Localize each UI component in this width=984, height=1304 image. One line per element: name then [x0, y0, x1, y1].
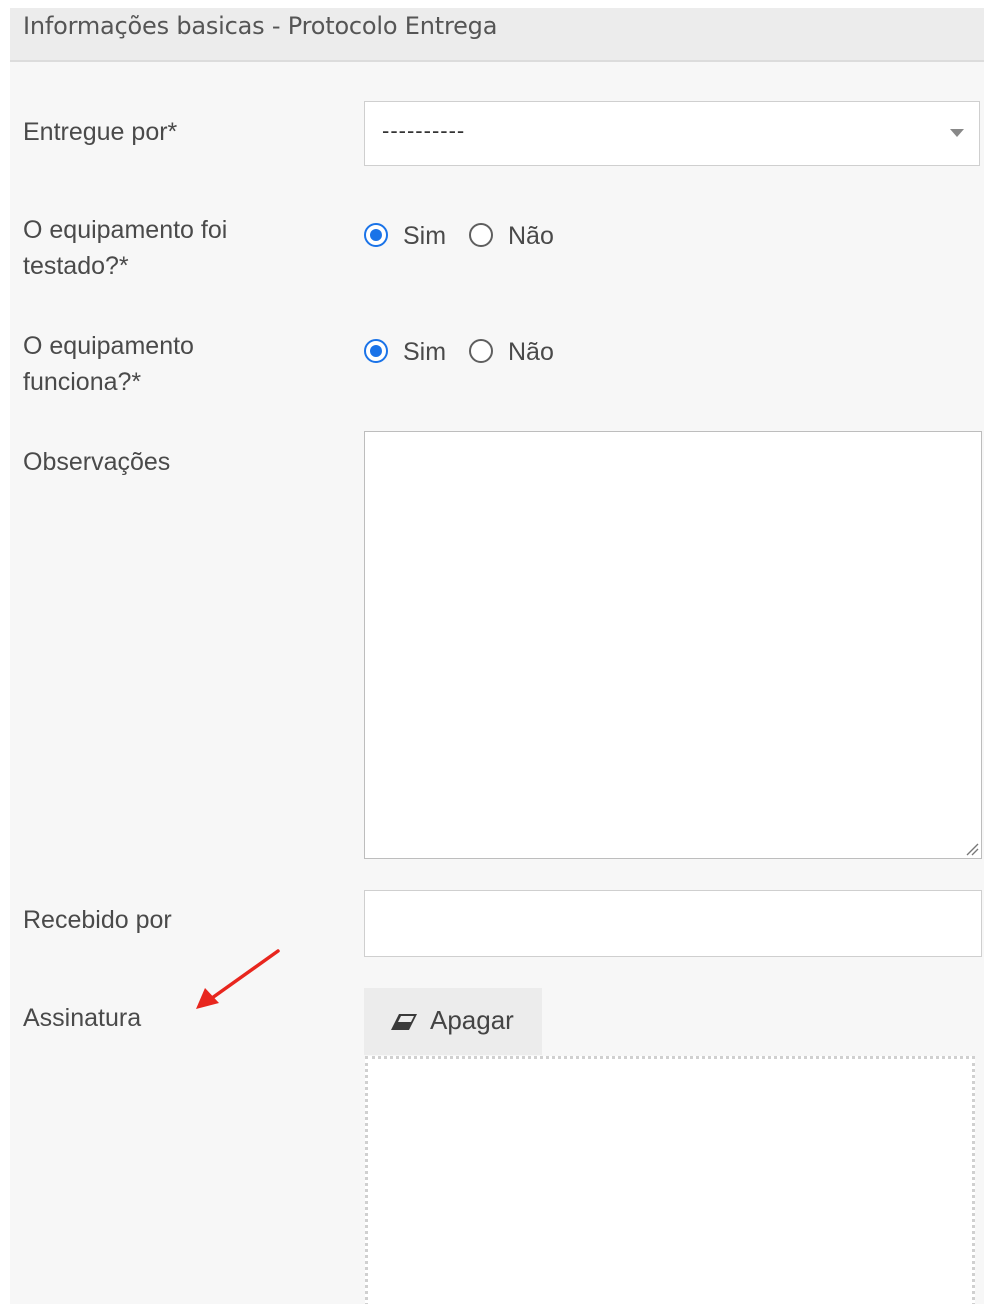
recebido-por-input[interactable]	[364, 890, 982, 957]
chevron-down-icon	[950, 129, 964, 137]
funciona-nao-radio[interactable]	[469, 339, 493, 363]
entregue-por-select[interactable]: ----------	[364, 101, 980, 166]
resize-grip-icon[interactable]	[965, 842, 979, 856]
erase-signature-button[interactable]: Apagar	[364, 988, 542, 1055]
testado-label-line2: testado?*	[23, 252, 129, 280]
funciona-label: O equipamento funciona?*	[23, 328, 194, 400]
entregue-por-selected-value: ----------	[382, 118, 466, 143]
erase-button-label: Apagar	[430, 1005, 514, 1035]
testado-sim-radio[interactable]	[364, 223, 388, 247]
form-panel: Informações basicas - Protocolo Entrega …	[10, 8, 984, 1304]
observacoes-textarea[interactable]	[364, 431, 982, 859]
funciona-label-line1: O equipamento	[23, 332, 194, 360]
testado-label: O equipamento foi testado?*	[23, 212, 227, 284]
arrow-icon	[196, 949, 280, 1009]
testado-nao-radio[interactable]	[469, 223, 493, 247]
funciona-sim-label[interactable]: Sim	[403, 334, 446, 370]
observacoes-label: Observações	[23, 448, 171, 476]
panel-title: Informações basicas - Protocolo Entrega	[23, 12, 498, 40]
eraser-icon	[391, 1014, 417, 1030]
assinatura-label: Assinatura	[23, 1004, 142, 1032]
recebido-por-label: Recebido por	[23, 906, 172, 934]
entregue-por-label: Entregue por*	[23, 118, 178, 146]
signature-pad[interactable]	[365, 1056, 975, 1304]
panel-header: Informações basicas - Protocolo Entrega	[10, 8, 984, 62]
funciona-sim-radio[interactable]	[364, 339, 388, 363]
funciona-label-line2: funciona?*	[23, 368, 142, 396]
funciona-nao-label[interactable]: Não	[508, 334, 554, 370]
testado-sim-label[interactable]: Sim	[403, 218, 446, 254]
testado-nao-label[interactable]: Não	[508, 218, 554, 254]
testado-label-line1: O equipamento foi	[23, 216, 228, 244]
